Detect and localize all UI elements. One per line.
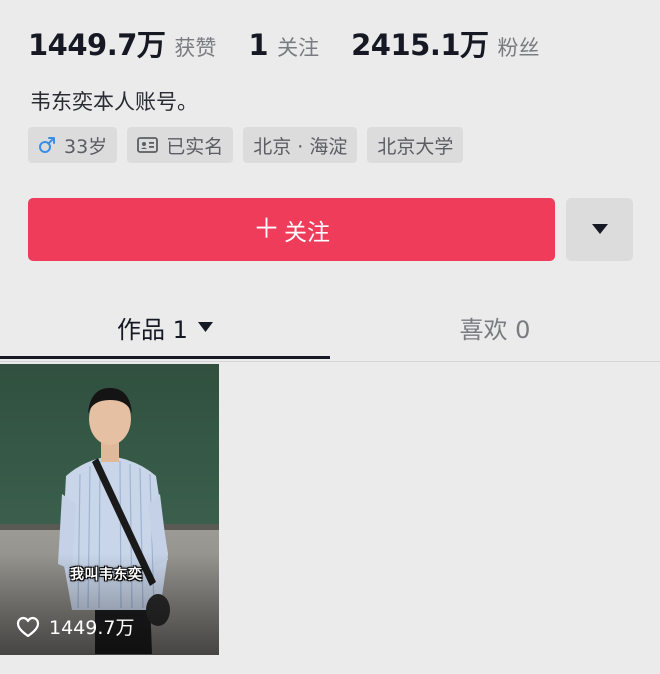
following-count[interactable]: 1 (248, 28, 268, 62)
male-icon (38, 136, 56, 154)
likes-label[interactable]: 获赞 (174, 32, 216, 62)
followers-label[interactable]: 粉丝 (498, 32, 540, 62)
content-tabs: 作品 1 喜欢 0 (0, 296, 660, 362)
tab-likes-label: 喜欢 0 (459, 315, 531, 344)
id-card-icon (137, 137, 159, 153)
location-label: 北京 · 海淀 (253, 135, 348, 158)
active-tab-indicator (0, 356, 330, 359)
profile-stats: 1449.7万 获赞 1 关注 2415.1万 粉丝 (28, 22, 572, 64)
verified-label: 已实名 (166, 135, 224, 158)
plus-icon: ＋ (253, 214, 280, 245)
age-tag: 33岁 (28, 127, 118, 163)
age-label: 33岁 (64, 135, 108, 158)
likes-count: 1449.7万 (28, 28, 166, 62)
follow-button[interactable]: ＋ 关注 (28, 198, 555, 261)
video-caption: 我叫韦东奕 (70, 567, 143, 583)
tab-likes[interactable]: 喜欢 0 (330, 296, 660, 358)
caret-down-icon (591, 220, 609, 239)
video-like-count-label: 1449.7万 (49, 617, 135, 639)
verified-tag: 已实名 (127, 127, 234, 163)
location-tag: 北京 · 海淀 (243, 127, 358, 163)
tab-works[interactable]: 作品 1 (0, 296, 330, 358)
video-thumbnail[interactable]: 我叫韦东奕 1449.7万 (0, 364, 219, 655)
heart-icon (16, 616, 40, 638)
more-options-button[interactable] (566, 198, 633, 261)
followers-count[interactable]: 2415.1万 (351, 22, 489, 64)
school-tag[interactable]: 北京大学 (367, 127, 464, 163)
profile-bio: 韦东奕本人账号。 (30, 90, 198, 114)
video-thumbnail-image (0, 364, 219, 655)
tab-works-label: 作品 1 (117, 315, 188, 344)
follow-label: 关注 (284, 219, 330, 246)
profile-tags: 33岁 已实名 北京 · 海淀 北京大学 (28, 127, 464, 163)
caret-down-icon (197, 322, 213, 332)
video-like-count: 1449.7万 (16, 613, 134, 640)
tabs-divider (0, 361, 660, 362)
following-label[interactable]: 关注 (277, 32, 319, 62)
school-label: 北京大学 (377, 135, 454, 158)
